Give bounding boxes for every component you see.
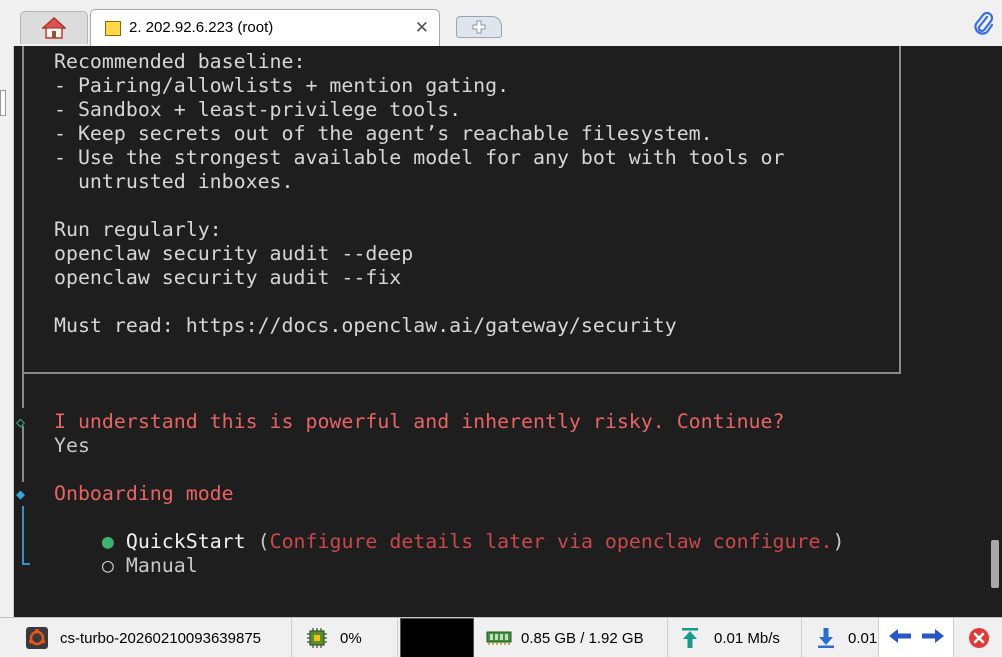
home-icon [42,17,66,39]
download-status: 0.01 [802,618,878,657]
terminal-scrollbar[interactable] [988,46,1002,617]
flow-connector [22,426,24,482]
audit-deep-command: openclaw security audit --deep [54,242,414,265]
session-tab-title: 2. 202.92.6.223 (root) [129,19,274,36]
baseline-item-cont: untrusted inboxes. [54,170,294,193]
plus-icon [472,20,486,34]
close-tab-icon[interactable]: ✕ [415,18,429,38]
session-name: cs-turbo-20260210093639875 [60,629,261,647]
download-arrow-icon [818,628,834,648]
run-regularly-heading: Run regularly: [54,218,222,241]
option-manual-label: Manual [125,554,198,577]
option-manual[interactable]: ○ Manual [54,530,198,602]
must-read-link[interactable]: Must read: https://docs.openclaw.ai/gate… [54,314,677,338]
session-tab[interactable]: 2. 202.92.6.223 (root) ✕ [90,9,440,46]
onboarding-mode-title: Onboarding mode [54,482,234,505]
key-icon [105,21,121,36]
cpu-graph [400,618,474,657]
active-step-icon: ◆ [16,485,26,503]
panel-handle[interactable] [0,90,6,116]
left-panel-edge [0,46,14,617]
upload-status: 0.01 Mb/s [668,618,802,657]
memory-value: 0.85 GB / 1.92 GB [521,629,644,647]
note-box-bottom-border [22,372,901,374]
exit-button[interactable] [955,618,1002,657]
cpu-value: 0% [340,629,362,647]
option-quickstart-hint: Configure details later via openclaw con… [269,530,833,553]
active-prompt-gutter [22,506,24,564]
baseline-item: - Sandbox + least-privilege tools. [54,98,462,121]
baseline-item: - Use the strongest available model for … [54,146,785,169]
baseline-item: - Keep secrets out of the agent’s reacha… [54,122,713,145]
note-box-right-border [899,46,901,374]
active-prompt-gutter-end [22,563,30,565]
upload-value: 0.01 Mb/s [714,629,780,647]
note-box-left-border [22,46,24,374]
close-circle-icon [968,628,989,648]
ubuntu-icon [26,627,48,649]
radio-unselected-icon: ○ [101,554,114,577]
audit-fix-command: openclaw security audit --fix [54,266,402,289]
baseline-heading: Recommended baseline: [54,50,306,73]
arrow-left-icon[interactable] [887,628,913,648]
cpu-status: 0% [292,618,398,657]
cpu-icon [307,628,327,648]
scrollbar-thumb[interactable] [991,540,999,588]
paperclip-icon[interactable] [972,11,994,41]
download-value: 0.01 [848,629,878,647]
memory-status: 0.85 GB / 1.92 GB [476,618,668,657]
home-tab[interactable] [20,11,88,44]
scroll-arrows [878,618,954,657]
status-bar: cs-turbo-20260210093639875 0% 0.85 GB / … [0,617,1002,657]
flow-connector [22,374,24,408]
memory-icon [486,631,512,645]
session-status[interactable]: cs-turbo-20260210093639875 [16,618,292,657]
risk-prompt-answer: Yes [54,434,90,457]
new-tab-button[interactable] [456,16,502,38]
arrow-right-icon[interactable] [920,628,946,648]
baseline-item: - Pairing/allowlists + mention gating. [54,74,510,97]
terminal-screen[interactable]: Recommended baseline: - Pairing/allowlis… [14,46,988,617]
tab-bar: 2. 202.92.6.223 (root) ✕ [0,0,1002,46]
upload-arrow-icon [682,628,698,648]
risk-prompt-question: I understand this is powerful and inhere… [54,410,785,433]
